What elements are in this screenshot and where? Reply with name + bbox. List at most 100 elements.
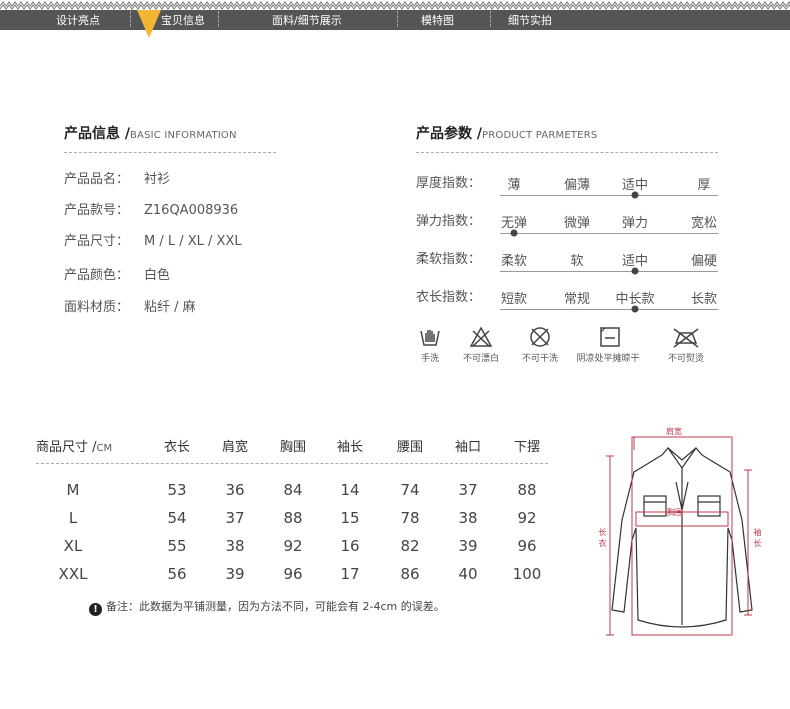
param-scale-line [500,271,718,272]
param-option: 弹力 [621,216,649,231]
param-selected-marker [631,305,639,313]
size-table-cell: 38 [225,537,245,555]
size-table-cell: 88 [283,509,303,527]
info-row-material: 面料材质： 粘纤 / 麻 [64,300,196,315]
size-row-label: L [68,509,78,527]
size-table-cell: 78 [400,509,420,527]
param-option: 软 [570,254,584,269]
care-item: 不可干洗 [510,325,570,364]
param-option: 厚 [697,178,711,193]
divider [416,152,718,153]
size-table-cell: 39 [458,537,478,555]
param-option: 无弹 [500,216,528,231]
size-table-cell: 36 [225,481,245,499]
chest-label: 胸围 [667,508,683,517]
size-table-cell: 38 [458,509,478,527]
size-table-cell: 16 [340,537,360,555]
size-row-label: XL [63,537,83,555]
size-table-cell: 17 [340,565,360,583]
size-table-cell: 37 [225,509,245,527]
size-row-label: M [66,481,80,499]
no-bleach-icon [469,326,493,347]
tab-product-info[interactable]: 宝贝信息 [161,12,205,28]
dry-flat-shade-icon [600,327,620,347]
care-item: 不可熨烫 [656,325,716,364]
nav-divider [130,11,131,27]
param-option: 长款 [690,292,718,307]
length-label: 长衣 [598,528,607,550]
param-label: 柔软指数： [416,252,482,267]
size-table-cell: 100 [512,565,542,583]
size-column-header: 袖长 [336,440,364,455]
size-table-cell: 96 [283,565,303,583]
size-table-cell: 92 [283,537,303,555]
sleeve-label: 袖长 [753,528,762,550]
param-option: 偏硬 [690,254,718,269]
size-column-header: 胸围 [279,440,307,455]
param-label: 衣长指数： [416,290,482,305]
size-table-cell: 82 [400,537,420,555]
hand-wash-icon [420,330,440,346]
size-table-cell: 86 [400,565,420,583]
size-column-header: 腰围 [396,440,424,455]
param-option: 常规 [563,292,591,307]
tab-fabric-details[interactable]: 面料/细节展示 [272,12,342,28]
shirt-icon [606,436,753,636]
info-row-sizes: 产品尺寸： M / L / XL / XXL [64,234,242,249]
size-table-cell: 88 [517,481,537,499]
param-option: 适中 [621,178,649,193]
size-table-cell: 55 [167,537,187,555]
param-option: 偏薄 [563,178,591,193]
size-table-cell: 56 [167,565,187,583]
size-table-cell: 96 [517,537,537,555]
no-iron-icon [673,328,699,348]
care-item: 阴凉处平摊晾干 [576,325,640,364]
size-column-header: 肩宽 [221,440,249,455]
size-table-cell: 53 [167,481,187,499]
size-column-header: 袖口 [454,440,482,455]
divider [64,152,276,153]
size-table-cell: 39 [225,565,245,583]
zigzag-border [0,0,790,10]
no-dry-clean-icon [530,327,550,347]
nav-divider [490,11,491,27]
care-item: 不可漂白 [451,325,511,364]
size-table-cell: 15 [340,509,360,527]
tab-model-photos[interactable]: 模特图 [421,12,454,28]
param-selected-marker [510,229,518,237]
shoulder-label: 肩宽 [666,427,682,436]
param-option: 适中 [621,254,649,269]
measurement-note: ! 备注：此数据为平铺测量，因为方法不同，可能会有 2-4cm 的误差。 [89,598,445,616]
active-tab-marker-icon [137,10,161,38]
info-row-color: 产品颜色： 白色 [64,268,171,283]
warning-icon: ! [89,603,102,616]
param-option: 柔软 [500,254,528,269]
size-column-header: 衣长 [163,440,191,455]
size-table-cell: 84 [283,481,303,499]
size-table-cell: 92 [517,509,537,527]
tab-design-highlights[interactable]: 设计亮点 [56,12,100,28]
param-selected-marker [631,267,639,275]
size-table-cell: 37 [458,481,478,499]
product-params-heading: 产品参数 /PRODUCT PARMETERS [416,126,598,142]
param-selected-marker [631,191,639,199]
size-column-header: 下摆 [513,440,541,455]
param-scale-line [500,233,718,234]
size-table-cell: 54 [167,509,187,527]
tab-detail-photos[interactable]: 细节实拍 [508,12,552,28]
param-option: 微弹 [563,216,591,231]
info-row-name: 产品品名： 衬衫 [64,172,171,187]
divider [36,463,548,464]
param-scale-line [500,195,718,196]
size-table-cell: 74 [400,481,420,499]
shirt-measurement-diagram: 肩宽 胸围 长衣 袖长 [592,420,772,640]
product-info-heading: 产品信息 /BASIC INFORMATION [64,126,237,142]
size-row-label: XXL [58,565,88,583]
param-option: 短款 [500,292,528,307]
nav-divider [218,11,219,27]
param-label: 弹力指数： [416,214,482,229]
param-option: 宽松 [690,216,718,231]
size-table-cell: 40 [458,565,478,583]
param-label: 厚度指数： [416,176,482,191]
info-row-style-number: 产品款号： Z16QA008936 [64,203,239,218]
